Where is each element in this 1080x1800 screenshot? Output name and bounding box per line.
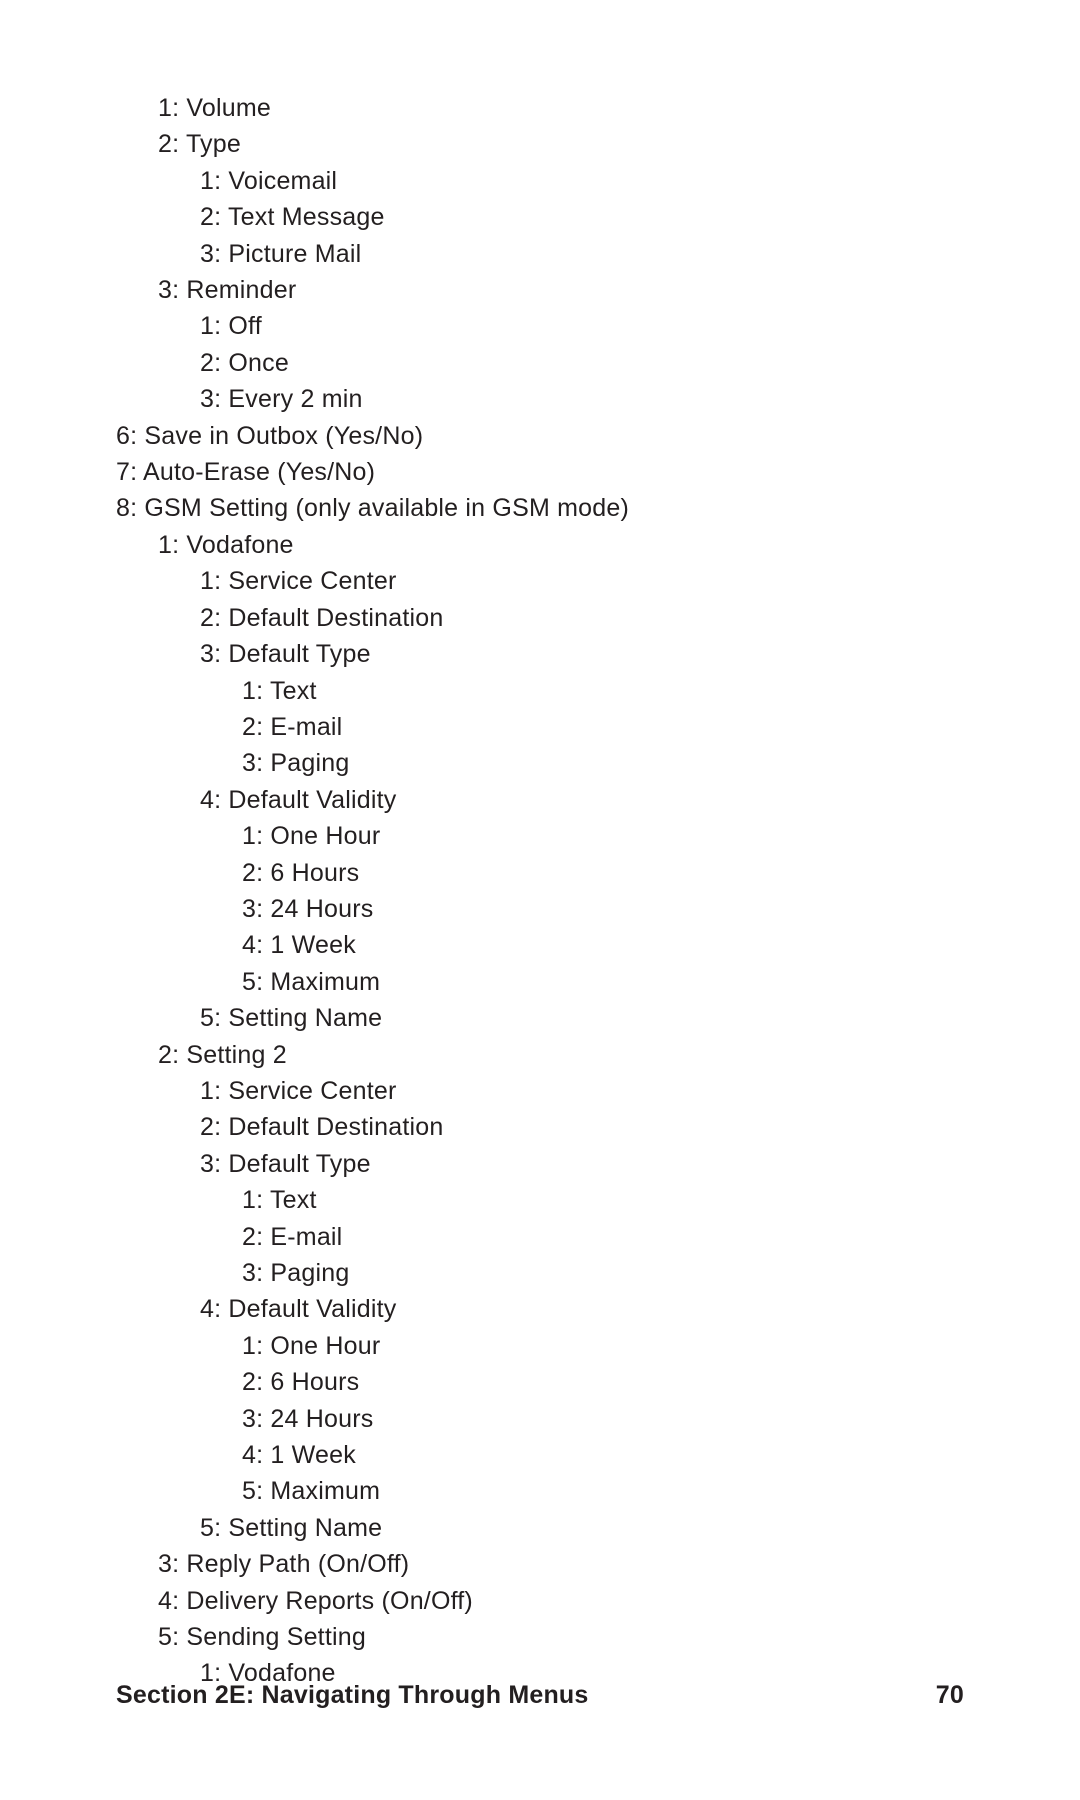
outline-line: 4: Default Validity bbox=[116, 782, 964, 818]
outline-line: 5: Maximum bbox=[116, 964, 964, 1000]
outline-line: 3: 24 Hours bbox=[116, 1401, 964, 1437]
outline-line: 2: Default Destination bbox=[116, 1109, 964, 1145]
footer-page-number: 70 bbox=[936, 1681, 964, 1710]
outline-line: 2: E-mail bbox=[116, 709, 964, 745]
outline-line: 3: Reply Path (On/Off) bbox=[116, 1546, 964, 1582]
outline-line: 4: Default Validity bbox=[116, 1291, 964, 1327]
outline-line: 2: 6 Hours bbox=[116, 855, 964, 891]
outline-line: 5: Sending Setting bbox=[116, 1619, 964, 1655]
outline-line: 1: Voicemail bbox=[116, 163, 964, 199]
outline-line: 3: Paging bbox=[116, 745, 964, 781]
outline-line: 8: GSM Setting (only available in GSM mo… bbox=[116, 490, 964, 526]
outline-line: 5: Setting Name bbox=[116, 1510, 964, 1546]
outline-line: 1: One Hour bbox=[116, 1328, 964, 1364]
outline-line: 1: Off bbox=[116, 308, 964, 344]
outline-line: 2: Default Destination bbox=[116, 600, 964, 636]
page-footer: Section 2E: Navigating Through Menus 70 bbox=[116, 1681, 964, 1710]
outline-line: 5: Setting Name bbox=[116, 1000, 964, 1036]
outline-line: 1: Service Center bbox=[116, 1073, 964, 1109]
outline-line: 3: Paging bbox=[116, 1255, 964, 1291]
outline-line: 2: E-mail bbox=[116, 1219, 964, 1255]
footer-section: Section 2E: Navigating Through Menus bbox=[116, 1681, 589, 1710]
outline-line: 7: Auto-Erase (Yes/No) bbox=[116, 454, 964, 490]
outline-line: 3: Default Type bbox=[116, 636, 964, 672]
outline-line: 3: 24 Hours bbox=[116, 891, 964, 927]
outline-line: 4: Delivery Reports (On/Off) bbox=[116, 1583, 964, 1619]
outline-line: 3: Every 2 min bbox=[116, 381, 964, 417]
outline-line: 2: 6 Hours bbox=[116, 1364, 964, 1400]
outline-line: 3: Picture Mail bbox=[116, 236, 964, 272]
page-body: 1: Volume2: Type1: Voicemail2: Text Mess… bbox=[0, 0, 1080, 1692]
outline-line: 6: Save in Outbox (Yes/No) bbox=[116, 418, 964, 454]
menu-outline: 1: Volume2: Type1: Voicemail2: Text Mess… bbox=[116, 90, 964, 1692]
outline-line: 1: Service Center bbox=[116, 563, 964, 599]
outline-line: 5: Maximum bbox=[116, 1473, 964, 1509]
outline-line: 1: Volume bbox=[116, 90, 964, 126]
outline-line: 1: Text bbox=[116, 1182, 964, 1218]
outline-line: 1: Text bbox=[116, 673, 964, 709]
outline-line: 4: 1 Week bbox=[116, 927, 964, 963]
outline-line: 2: Setting 2 bbox=[116, 1037, 964, 1073]
outline-line: 1: Vodafone bbox=[116, 527, 964, 563]
outline-line: 1: One Hour bbox=[116, 818, 964, 854]
outline-line: 2: Text Message bbox=[116, 199, 964, 235]
outline-line: 2: Once bbox=[116, 345, 964, 381]
outline-line: 2: Type bbox=[116, 126, 964, 162]
outline-line: 3: Default Type bbox=[116, 1146, 964, 1182]
outline-line: 3: Reminder bbox=[116, 272, 964, 308]
outline-line: 4: 1 Week bbox=[116, 1437, 964, 1473]
